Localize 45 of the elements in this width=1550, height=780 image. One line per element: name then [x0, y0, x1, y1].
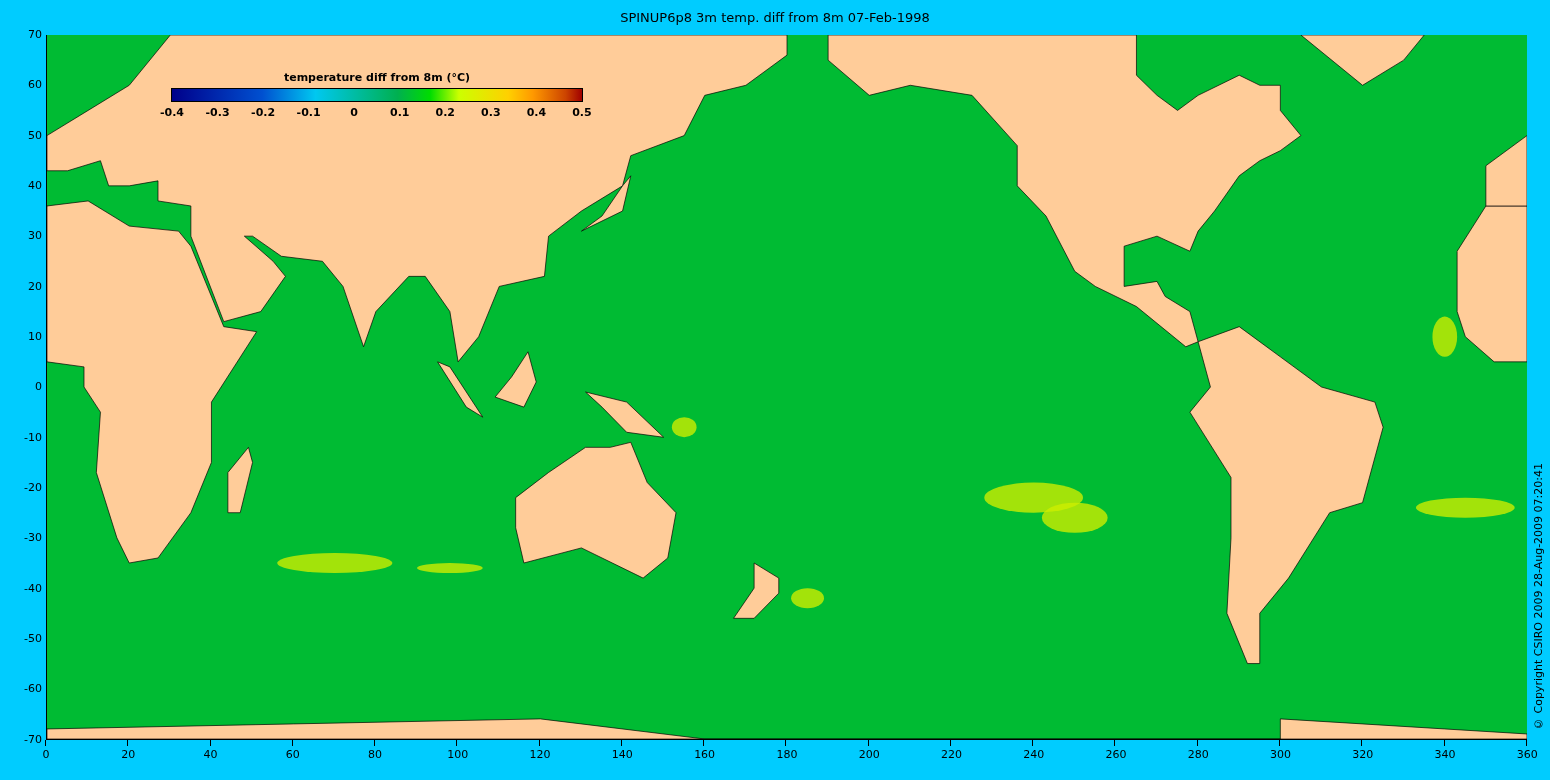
x-axis-label: 20 — [118, 742, 139, 780]
x-axis-label: 80 — [365, 742, 386, 780]
y-axis-label: 10 — [28, 330, 42, 345]
colorbar-label: 0 — [349, 106, 359, 119]
colorbar-label: -0.4 — [159, 106, 185, 119]
colorbar-label: -0.2 — [250, 106, 277, 119]
chart-title: SPINUP6p8 3m temp. diff from 8m 07-Feb-1998 — [620, 10, 930, 25]
x-axis-label: 120 — [529, 742, 550, 780]
y-axis-label: 40 — [28, 179, 42, 194]
y-axis-label: 0 — [35, 380, 42, 395]
y-axis-label: -30 — [24, 531, 42, 546]
x-axis-label: 140 — [611, 742, 632, 780]
y-axis-label: -60 — [24, 682, 42, 697]
y-axis-label: -40 — [24, 581, 42, 596]
colorbar-label: -0.3 — [204, 106, 231, 119]
y-axis-label: 20 — [28, 279, 42, 294]
colorbar-label: 0.1 — [389, 106, 411, 119]
colorbar-label: 0.3 — [480, 106, 502, 119]
x-axis-label: 240 — [1023, 742, 1044, 780]
y-axis-label: 30 — [28, 229, 42, 244]
y-axis-label: -20 — [24, 481, 42, 496]
x-axis-label: 320 — [1352, 742, 1373, 780]
x-axis-label: 340 — [1434, 742, 1455, 780]
colorbar-label: -0.1 — [295, 106, 322, 119]
x-axis-label: 360 — [1516, 742, 1537, 780]
x-axis-label: 60 — [282, 742, 303, 780]
x-axis-label: 220 — [940, 742, 961, 780]
colorbar-label: 0.4 — [525, 106, 548, 119]
y-axis-label: 60 — [28, 78, 42, 93]
x-axis-label: 100 — [447, 742, 468, 780]
x-axis-label: 280 — [1187, 742, 1208, 780]
x-axis-label: 180 — [776, 742, 797, 780]
y-axis-label: -50 — [24, 632, 42, 647]
x-axis-label: 260 — [1105, 742, 1126, 780]
x-axis-label: 40 — [200, 742, 221, 780]
colorbar-title: temperature diff from 8m (°C) — [283, 71, 471, 84]
copyright-text: © Copyright CSIRO 2009 28-Aug-2009 07:20:41 — [1532, 463, 1545, 730]
colorbar-label: 0.5 — [571, 106, 593, 119]
y-axis-label: -10 — [24, 430, 42, 445]
y-axis-label: 50 — [28, 128, 42, 143]
x-axis-label: 160 — [694, 742, 715, 780]
y-axis-label: 70 — [28, 28, 42, 42]
colorbar-label: 0.2 — [434, 106, 457, 119]
x-axis-label: 300 — [1270, 742, 1290, 780]
x-axis-label: 200 — [858, 742, 879, 780]
